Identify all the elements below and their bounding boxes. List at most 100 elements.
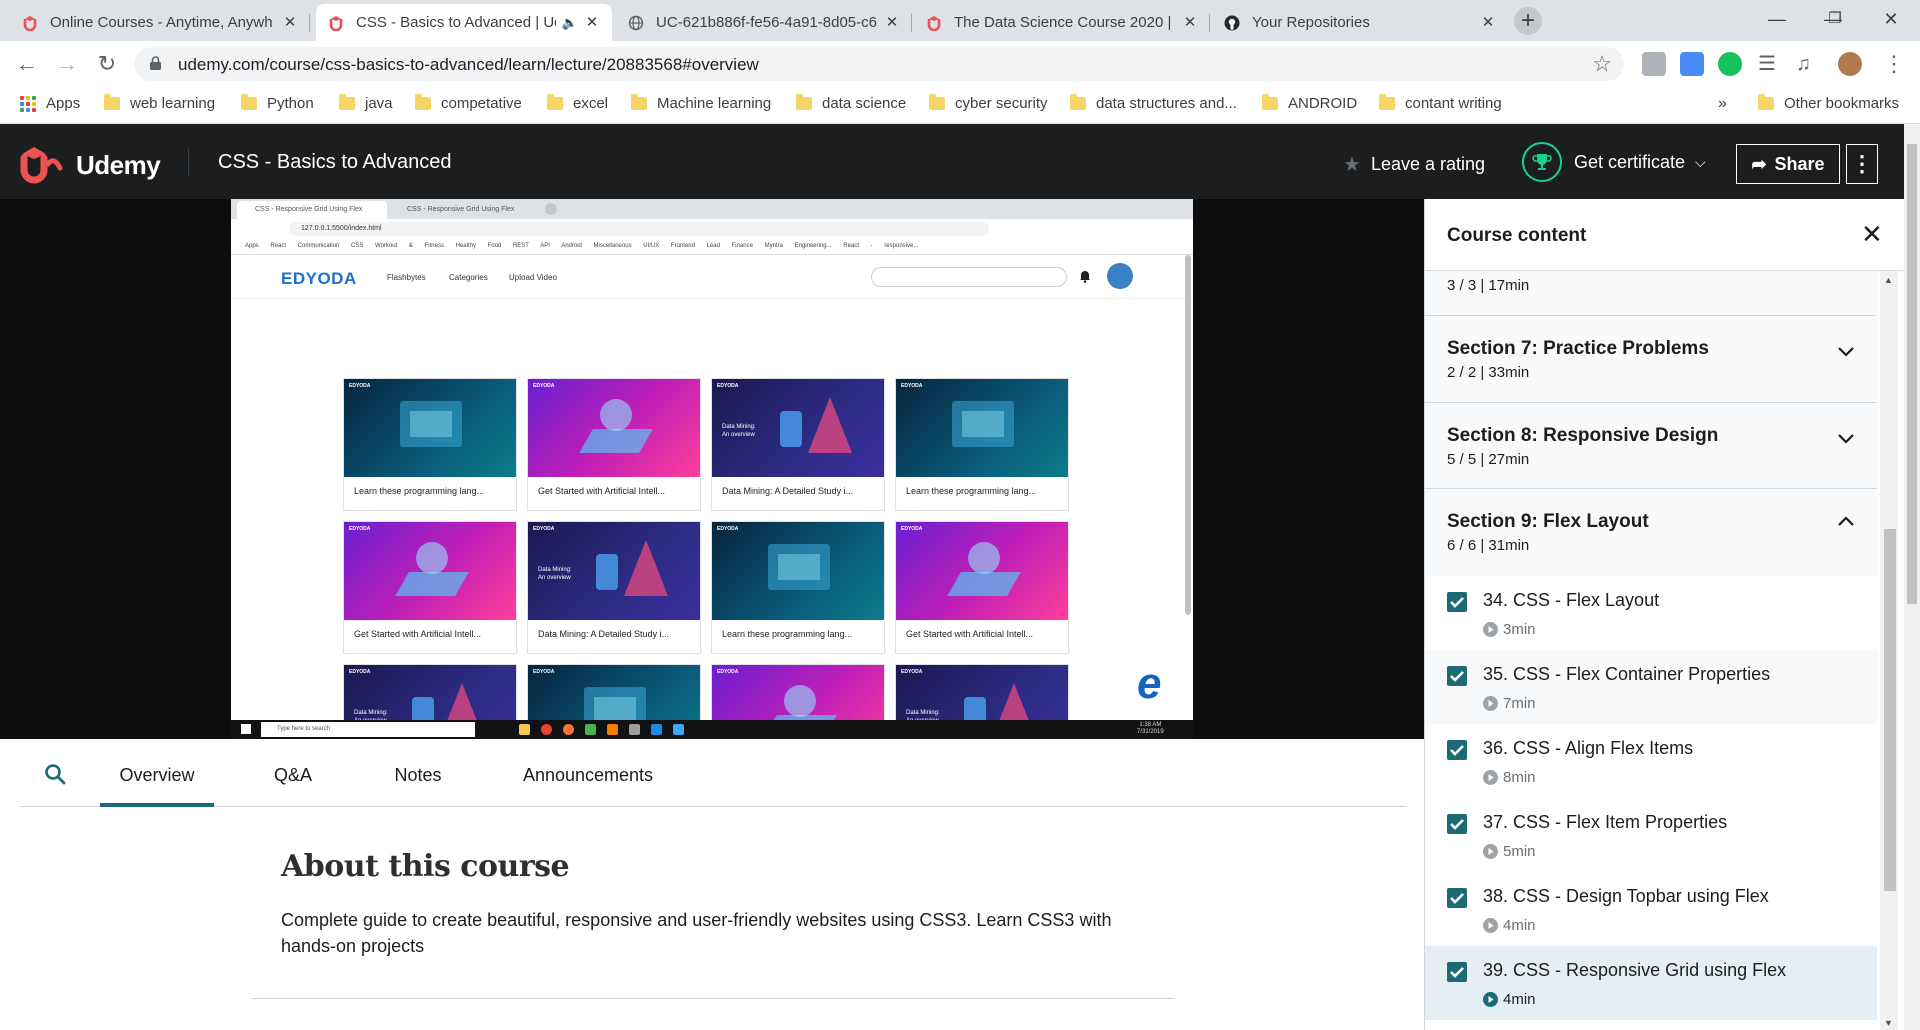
bookmark-folder[interactable]: data science — [796, 94, 906, 112]
bookmarks-overflow-button[interactable]: » — [1718, 95, 1727, 113]
restore-icon[interactable]: ❐ — [1806, 0, 1864, 41]
lesson-duration: 5min — [1503, 843, 1536, 860]
thumbnail-brand: EDYODA — [533, 383, 555, 389]
completed-checkbox[interactable] — [1447, 888, 1467, 908]
tab-notes[interactable]: Notes — [386, 739, 450, 807]
completed-checkbox[interactable] — [1447, 740, 1467, 760]
bookmark-folder[interactable]: excel — [547, 94, 608, 112]
divider — [251, 998, 1174, 999]
tab-overview[interactable]: Overview — [100, 739, 214, 807]
lesson-item[interactable]: 35. CSS - Flex Container Properties 7min — [1425, 650, 1877, 724]
thumbnail-brand: EDYODA — [533, 526, 555, 532]
folder-icon — [241, 94, 257, 110]
bookmark-folder[interactable]: contant writing — [1379, 94, 1502, 112]
lesson-item[interactable]: 37. CSS - Flex Item Properties 5min — [1425, 798, 1877, 872]
close-icon[interactable]: ✕ — [584, 14, 600, 31]
completed-checkbox[interactable] — [1447, 814, 1467, 834]
completed-checkbox[interactable] — [1447, 962, 1467, 982]
browser-tab[interactable]: The Data Science Course 2020 | U ✕ — [914, 4, 1210, 41]
scrollbar-thumb[interactable] — [1907, 144, 1917, 604]
trophy-icon — [1522, 142, 1562, 182]
completed-checkbox[interactable] — [1447, 592, 1467, 612]
cast-icon[interactable] — [1642, 52, 1666, 76]
get-certificate-button[interactable]: Get certificate ⌵ — [1522, 142, 1706, 182]
udemy-icon — [926, 15, 942, 31]
translate-icon[interactable] — [1680, 52, 1704, 76]
lesson-duration: 4min — [1503, 991, 1536, 1008]
window-close-icon[interactable]: ✕ — [1862, 0, 1920, 41]
bookmark-folder[interactable]: ANDROID — [1262, 94, 1357, 112]
chevron-down-icon — [1838, 434, 1854, 444]
lesson-item-current[interactable]: 39. CSS - Responsive Grid using Flex 4mi… — [1425, 946, 1877, 1020]
more-options-icon[interactable]: ⋮ — [1846, 144, 1878, 184]
tab-qa[interactable]: Q&A — [264, 739, 322, 807]
about-description: Complete guide to create beautiful, resp… — [281, 910, 1112, 956]
section-partial[interactable]: 3 / 3 | 17min — [1425, 271, 1877, 316]
browser-tab[interactable]: UC-621b886f-fe56-4a91-8d05-c6 ✕ — [616, 4, 912, 41]
video-course-card: EDYODA Get Started with Artificial Intell… — [895, 521, 1069, 654]
tab-announcements[interactable]: Announcements — [516, 739, 660, 807]
extensions-icon[interactable]: ☰ — [1758, 52, 1782, 76]
folder-icon — [1262, 94, 1278, 110]
lesson-item[interactable]: 38. CSS - Design Topbar using Flex 4min — [1425, 872, 1877, 946]
folder-icon — [929, 94, 945, 110]
bookmark-folder[interactable]: web learning — [104, 94, 215, 112]
speaker-icon[interactable]: 🔈 — [562, 15, 578, 31]
close-icon[interactable]: ✕ — [282, 14, 298, 31]
sidebar-scrollbar[interactable]: ▲ ▼ — [1880, 271, 1898, 1030]
video-frame[interactable]: CSS - Responsive Grid Using Flex CSS - R… — [231, 199, 1193, 739]
bookmark-folder[interactable]: data structures and... — [1070, 94, 1237, 112]
bookmark-folder[interactable]: competative — [415, 94, 522, 112]
profile-avatar[interactable] — [1838, 52, 1862, 76]
bookmark-apps[interactable]: Apps — [20, 95, 80, 112]
video-course-card: EDYODA Learn these programming lang... — [343, 378, 517, 511]
other-bookmarks[interactable]: Other bookmarks — [1758, 94, 1899, 112]
completed-checkbox[interactable] — [1447, 666, 1467, 686]
browser-tab[interactable]: Your Repositories ✕ — [1212, 4, 1508, 41]
grammarly-icon[interactable] — [1718, 52, 1742, 76]
section-item[interactable]: Section 8: Responsive Design 5 / 5 | 27m… — [1425, 403, 1877, 489]
forward-icon[interactable]: → — [52, 49, 82, 79]
bookmark-star-icon[interactable]: ☆ — [1592, 51, 1612, 77]
video-player[interactable]: CSS - Responsive Grid Using Flex CSS - R… — [0, 199, 1424, 739]
lesson-duration: 7min — [1503, 695, 1536, 712]
back-icon[interactable]: ← — [12, 49, 42, 79]
course-title[interactable]: CSS - Basics to Advanced — [218, 151, 451, 174]
browser-tab[interactable]: Online Courses - Anytime, Anywh ✕ — [10, 4, 310, 41]
new-tab-button[interactable]: + — [1514, 7, 1542, 35]
bookmark-folder[interactable]: Python — [241, 94, 314, 112]
bookmark-folder[interactable]: java — [339, 94, 393, 112]
bookmark-folder[interactable]: cyber security — [929, 94, 1048, 112]
folder-icon — [1070, 94, 1086, 110]
leave-rating-button[interactable]: ★ Leave a rating — [1343, 152, 1485, 177]
course-thumbnail: EDYODA Data Mining: An overview — [528, 522, 700, 620]
udemy-logo[interactable]: Udemy — [18, 144, 161, 186]
search-icon[interactable] — [44, 763, 66, 785]
browser-tab-active[interactable]: CSS - Basics to Advanced | Ud 🔈 ✕ — [316, 4, 612, 41]
page-scrollbar[interactable] — [1904, 124, 1920, 1030]
folder-icon — [1758, 94, 1774, 110]
video-course-card: EDYODA Get Started with Artificial Intell… — [343, 521, 517, 654]
close-icon[interactable]: ✕ — [884, 14, 900, 31]
reload-icon[interactable]: ↻ — [92, 49, 122, 79]
chevron-down-icon — [1838, 347, 1854, 357]
lesson-item[interactable]: 34. CSS - Flex Layout 3min — [1425, 576, 1877, 650]
minimize-icon[interactable]: — — [1748, 0, 1806, 41]
play-circle-icon — [1483, 992, 1498, 1007]
scrollbar-thumb[interactable] — [1884, 529, 1896, 891]
about-heading: About this course — [281, 849, 570, 884]
browser-menu-icon[interactable]: ⋮ — [1882, 52, 1906, 76]
thumbnail-brand: EDYODA — [717, 383, 739, 389]
close-icon[interactable]: ✕ — [1861, 221, 1883, 247]
lesson-item[interactable]: 36. CSS - Align Flex Items 8min — [1425, 724, 1877, 798]
section-item[interactable]: Section 7: Practice Problems 2 / 2 | 33m… — [1425, 316, 1877, 403]
media-icon[interactable]: ♫ — [1796, 52, 1820, 76]
thumbnail-brand: EDYODA — [901, 526, 923, 532]
address-bar[interactable]: udemy.com/course/css-basics-to-advanced/… — [134, 47, 1624, 81]
close-icon[interactable]: ✕ — [1480, 14, 1496, 31]
video-course-card: EDYODA Get Started with Artificial Intell… — [527, 378, 701, 511]
bookmark-folder[interactable]: Machine learning — [631, 94, 771, 112]
close-icon[interactable]: ✕ — [1182, 14, 1198, 31]
share-button[interactable]: ➦ Share — [1736, 144, 1840, 184]
section-item-expanded[interactable]: Section 9: Flex Layout 6 / 6 | 31min — [1425, 489, 1877, 576]
